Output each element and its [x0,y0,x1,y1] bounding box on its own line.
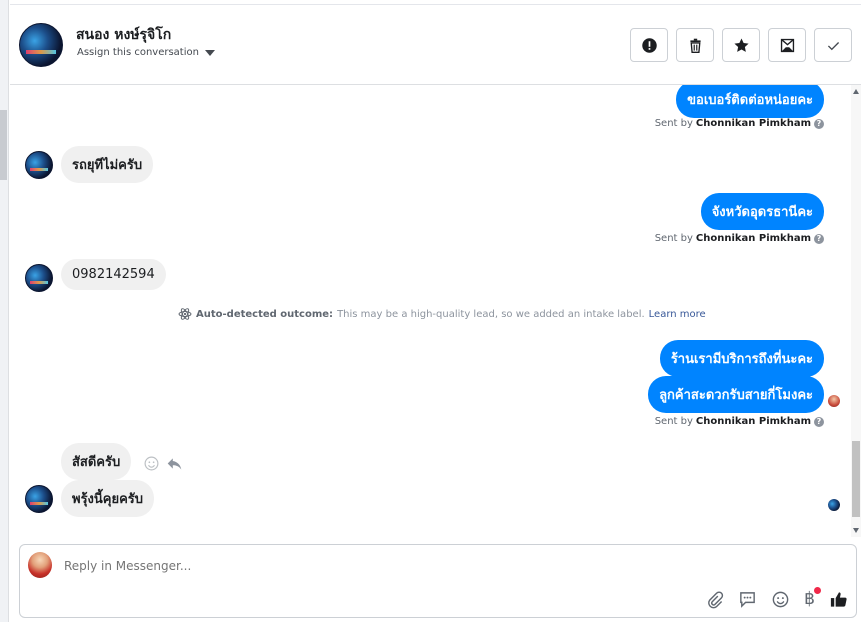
header-actions [630,28,852,62]
auto-detected-outcome-notice: Auto-detected outcome: This may be a hig… [178,307,706,321]
contact-avatar-small[interactable] [25,485,53,513]
help-icon[interactable]: ? [814,233,824,244]
mark-done-button[interactable] [814,28,852,62]
contact-avatar-small[interactable] [25,151,53,179]
seen-by-agent-avatar [828,395,840,407]
spam-button[interactable] [630,28,668,62]
exclamation-icon [641,37,657,53]
message-incoming[interactable]: 0982142594 [61,259,166,290]
left-scroll-strip[interactable] [0,0,9,622]
sent-by-prefix: Sent by [654,118,693,129]
contact-avatar[interactable] [19,23,63,67]
seen-by-contact-avatar [828,499,840,511]
sent-by-line: Sent by Chonnikan Pimkham ? [655,416,824,427]
left-scroll-thumb[interactable] [0,110,7,180]
scroll-down-icon[interactable] [853,528,859,533]
paperclip-icon[interactable] [705,590,724,609]
messenger-conversation-panel: สนอง หงษ์รุจิโก Assign this conversation [0,0,861,622]
notification-dot [814,587,821,594]
message-outgoing[interactable]: ขอเบอร์ติดต่อหน่อยคะ [676,85,824,118]
contact-avatar-small[interactable] [25,264,53,292]
sent-by-name[interactable]: Chonnikan Pimkham [696,118,811,129]
message-outgoing[interactable]: จังหวัดอุดรธานีคะ [700,193,824,230]
message-hover-actions [143,455,183,472]
conversation-header: สนอง หงษ์รุจิโก Assign this conversation [10,4,861,85]
learn-more-link[interactable]: Learn more [649,309,706,320]
atom-icon [178,308,192,320]
auto-detect-text: This may be a high-quality lead, so we a… [337,308,645,320]
reply-icon[interactable] [166,455,183,472]
help-icon[interactable]: ? [814,118,824,129]
sent-by-prefix: Sent by [654,416,693,427]
thread-scrollbar[interactable] [851,85,861,537]
thumbs-up-icon[interactable] [829,590,848,609]
payment-button[interactable]: ฿ [804,587,821,609]
mail-icon [780,38,794,52]
message-incoming[interactable]: สัสดีครับ [61,443,132,480]
message-outgoing[interactable]: ร้านเรามีบริการถึงที่นะคะ [659,340,824,377]
sent-by-line: Sent by Chonnikan Pimkham ? [655,233,824,244]
star-icon [733,38,749,52]
sent-by-prefix: Sent by [654,233,693,244]
message-outgoing[interactable]: ลูกค้าสะดวกรับสายกี่โมงคะ [648,376,824,413]
message-incoming[interactable]: รถยุทีไม่ครับ [61,146,154,183]
delete-button[interactable] [676,28,714,62]
composer-tools: ฿ [705,587,848,609]
mark-unread-button[interactable] [768,28,806,62]
message-incoming[interactable]: พรุ้งนี้คุยครับ [61,480,155,517]
help-icon[interactable]: ? [814,416,824,427]
sent-by-name[interactable]: Chonnikan Pimkham [696,233,811,244]
check-icon [827,41,839,50]
caret-down-icon [204,49,215,56]
agent-avatar [28,552,52,578]
assign-conversation-dropdown[interactable]: Assign this conversation [77,47,215,58]
emoji-icon[interactable] [771,590,790,609]
star-button[interactable] [722,28,760,62]
sent-by-line: Sent by Chonnikan Pimkham ? [655,118,824,129]
reply-input[interactable] [64,559,664,573]
scroll-thumb[interactable] [852,441,860,517]
scroll-up-icon[interactable] [853,89,859,94]
saved-reply-icon[interactable] [738,590,757,609]
reply-composer[interactable]: ฿ [19,544,857,618]
trash-icon [689,38,701,53]
react-emoji-icon[interactable] [143,455,160,472]
auto-detect-title: Auto-detected outcome: [196,308,334,320]
sent-by-name[interactable]: Chonnikan Pimkham [696,416,811,427]
contact-name[interactable]: สนอง หงษ์รุจิโก [76,24,171,46]
message-thread[interactable]: ขอเบอร์ติดต่อหน่อยคะ Sent by Chonnikan P… [10,85,851,537]
assign-conversation-label: Assign this conversation [77,47,199,58]
